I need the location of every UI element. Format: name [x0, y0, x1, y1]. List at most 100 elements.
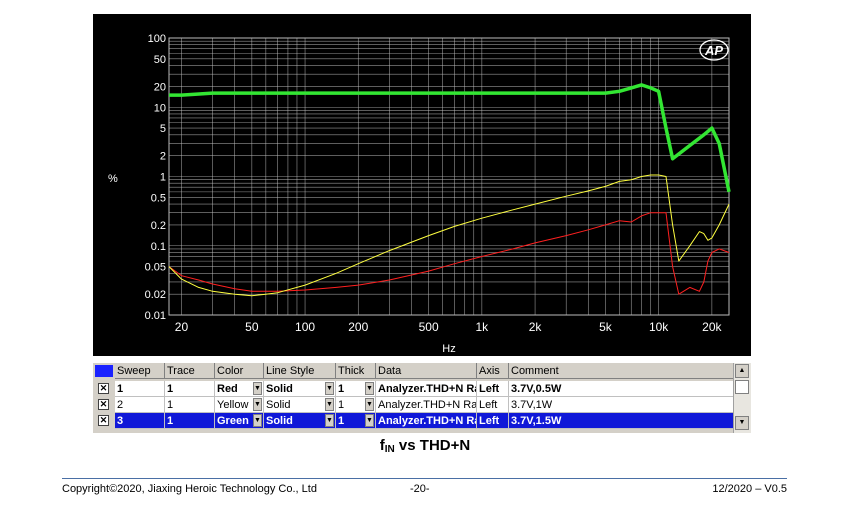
y-tick-label: 0.02	[145, 289, 166, 301]
y-tick-label: 0.2	[151, 220, 166, 232]
cell-style-text: Solid	[266, 415, 293, 427]
cell-color-text: Yellow	[217, 399, 249, 411]
header-sweep[interactable]: Sweep	[115, 363, 165, 379]
header-data[interactable]: Data	[376, 363, 477, 379]
chevron-down-icon[interactable]: ▼	[365, 414, 374, 427]
header-line-style[interactable]: Line Style	[264, 363, 336, 379]
chevron-down-icon[interactable]: ▼	[325, 398, 334, 411]
header-comment[interactable]: Comment	[509, 363, 734, 379]
cell-trace: 1	[165, 381, 215, 397]
cell-color[interactable]: Red ▼	[215, 381, 264, 397]
row-checkbox[interactable]: ✕	[98, 399, 109, 410]
cell-trace-text: 1	[167, 415, 174, 427]
y-tick-label: 1	[160, 172, 166, 184]
footer-page-number: -20-	[410, 483, 430, 495]
x-axis-title: Hz	[442, 343, 455, 355]
cell-thick[interactable]: 1 ▼	[336, 397, 376, 413]
chevron-down-icon[interactable]: ▼	[253, 414, 262, 427]
cell-axis: Left	[477, 397, 509, 413]
cell-comment: 3.7V,1W	[509, 397, 734, 413]
cell-color[interactable]: Yellow ▼	[215, 397, 264, 413]
cell-sweep-text: 2	[117, 399, 124, 411]
cell-sweep-text: 3	[117, 415, 124, 427]
header-color[interactable]: Color	[215, 363, 264, 379]
table-row[interactable]: ✕21Yellow▼Solid▼1▼Analyzer.THD+N RatioLe…	[93, 397, 734, 413]
cell-thick[interactable]: 1 ▼	[336, 381, 376, 397]
x-tick-label: 2k	[529, 320, 543, 334]
y-tick-label: 5	[160, 123, 166, 135]
x-tick-label: 200	[348, 320, 368, 334]
x-tick-label: 20k	[702, 320, 722, 334]
thd-chart: 100 50 20 10 5 2 1 0.5 0.2 0.1 0.05 0.02 0.01 20 50 100…	[108, 33, 731, 355]
table-row[interactable]: ✕31Green▼Solid▼1▼Analyzer.THD+N RatioLef…	[93, 413, 734, 429]
sweep-table: Sweep Trace Color Line Style Thick Data …	[93, 363, 751, 433]
footer-rule	[62, 478, 787, 479]
x-tick-label: 1k	[476, 320, 490, 334]
chevron-down-icon[interactable]: ▼	[365, 382, 374, 395]
cell-style[interactable]: Solid ▼	[264, 397, 336, 413]
row-checkbox-cell: ✕	[93, 381, 115, 397]
cell-thick-text: 1	[338, 399, 345, 411]
chevron-down-icon[interactable]: ▼	[325, 382, 334, 395]
cell-style-text: Solid	[266, 399, 291, 411]
header-trace[interactable]: Trace	[165, 363, 215, 379]
chevron-down-icon[interactable]: ▼	[325, 414, 334, 427]
cell-data-text: Analyzer.THD+N Ratio	[378, 399, 477, 411]
y-tick-label: 100	[148, 33, 166, 45]
cell-axis-text: Left	[479, 383, 500, 395]
row-checkbox[interactable]: ✕	[98, 415, 109, 426]
chevron-down-icon[interactable]: ▼	[253, 382, 262, 395]
x-tick-label: 50	[245, 320, 259, 334]
cell-axis-text: Left	[479, 399, 498, 411]
x-tick-label: 500	[419, 320, 439, 334]
cell-axis-text: Left	[479, 415, 500, 427]
footer-version: 12/2020 – V0.5	[712, 483, 787, 495]
cell-color-text: Red	[217, 383, 238, 395]
x-tick-label: 5k	[599, 320, 613, 334]
cell-style[interactable]: Solid ▼	[264, 381, 336, 397]
chevron-down-icon[interactable]: ▼	[365, 398, 374, 411]
scroll-down-button[interactable]: ▼	[735, 416, 749, 430]
x-tick-label: 20	[175, 320, 189, 334]
cell-thick[interactable]: 1 ▼	[336, 413, 376, 429]
y-tick-label: 0.1	[151, 241, 166, 253]
cell-axis: Left	[477, 413, 509, 429]
chevron-down-icon[interactable]: ▼	[253, 398, 262, 411]
cell-trace: 1	[165, 413, 215, 429]
cell-data: Analyzer.THD+N Ratio	[376, 413, 477, 429]
chart-caption: fIN vs THD+N	[0, 437, 850, 455]
scroll-thumb[interactable]	[735, 380, 749, 394]
cell-style[interactable]: Solid ▼	[264, 413, 336, 429]
y-tick-label: 2	[160, 151, 166, 163]
footer-copyright: Copyright©2020, Jiaxing Heroic Technolog…	[62, 483, 317, 495]
cell-comment-text: 3.7V,0.5W	[511, 383, 562, 395]
cell-comment-text: 3.7V,1.5W	[511, 415, 562, 427]
cell-comment-text: 3.7V,1W	[511, 399, 553, 411]
cell-sweep: 1	[115, 381, 165, 397]
header-axis[interactable]: Axis	[477, 363, 509, 379]
series-line-2	[168, 174, 730, 297]
cell-axis: Left	[477, 381, 509, 397]
cell-trace: 1	[165, 397, 215, 413]
header-corner[interactable]	[93, 363, 115, 379]
table-scrollbar[interactable]: ▲ ▼	[733, 363, 751, 433]
y-tick-label: 0.05	[145, 262, 166, 274]
table-row[interactable]: ✕11Red▼Solid▼1▼Analyzer.THD+N RatioLeft3…	[93, 381, 734, 397]
cell-color[interactable]: Green ▼	[215, 413, 264, 429]
y-tick-label: 50	[154, 54, 166, 66]
cell-thick-text: 1	[338, 383, 345, 395]
cell-data-text: Analyzer.THD+N Ratio	[378, 383, 476, 395]
y-tick-label: 0.5	[151, 192, 166, 204]
scroll-up-button[interactable]: ▲	[735, 364, 749, 378]
cell-trace-text: 1	[167, 383, 174, 395]
row-checkbox-cell: ✕	[93, 413, 115, 429]
header-thick[interactable]: Thick	[336, 363, 376, 379]
x-tick-label: 10k	[649, 320, 669, 334]
y-tick-label: 20	[154, 81, 166, 93]
row-checkbox[interactable]: ✕	[98, 383, 109, 394]
plot-frame: 100 50 20 10 5 2 1 0.5 0.2 0.1 0.05 0.02 0.01 20 50 100…	[93, 14, 751, 356]
y-tick-label: 10	[154, 102, 166, 114]
row-checkbox-cell: ✕	[93, 397, 115, 413]
cell-style-text: Solid	[266, 383, 293, 395]
x-tick-label: 100	[295, 320, 315, 334]
